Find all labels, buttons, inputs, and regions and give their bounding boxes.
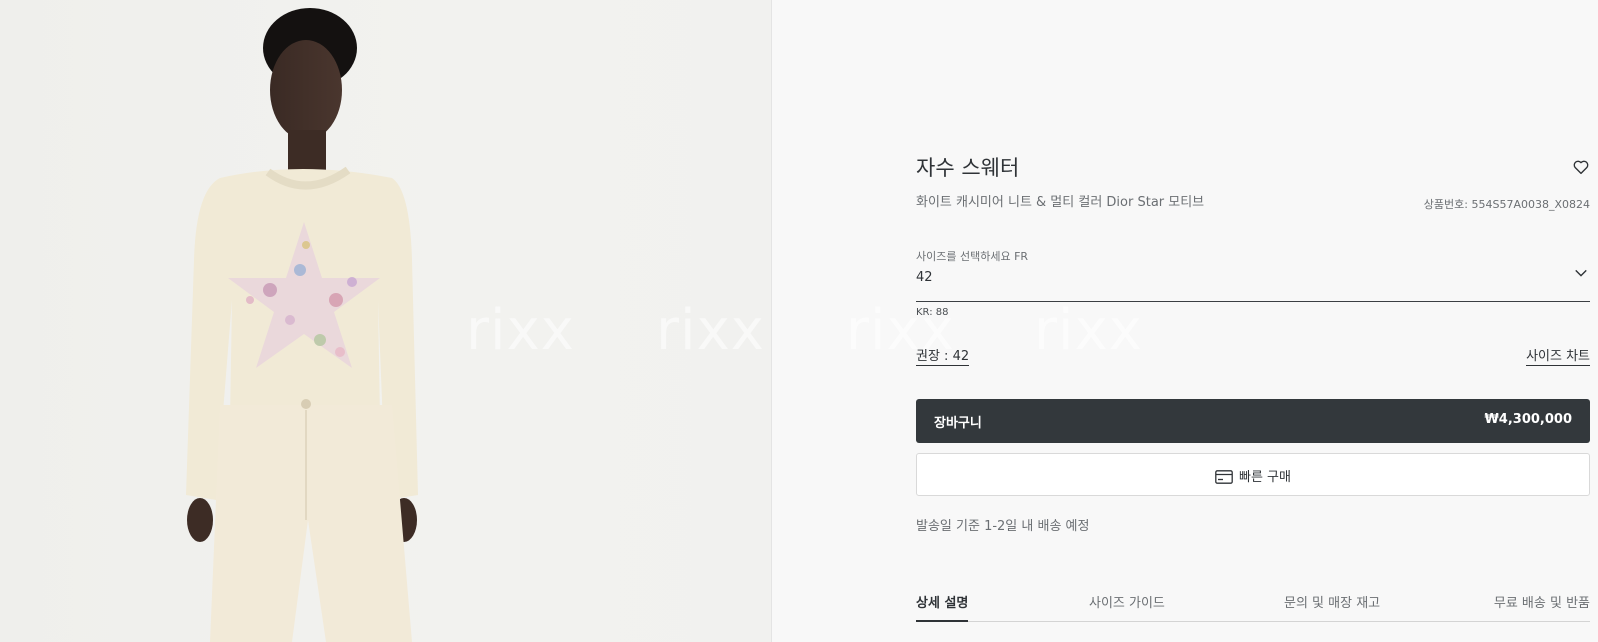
- size-chart-link[interactable]: 사이즈 차트: [1526, 345, 1590, 366]
- product-subtitle: 화이트 캐시미어 니트 & 멀티 컬러 Dior Star 모티브: [916, 195, 1205, 210]
- size-select[interactable]: 사이즈를 선택하세요 FR 42: [916, 244, 1590, 302]
- shipping-note: 발송일 기준 1-2일 내 배송 예정: [916, 519, 1090, 534]
- panel-divider: [771, 0, 772, 642]
- product-sku: 상품번호: 554S57A0038_X0824: [1423, 198, 1590, 211]
- add-to-cart-button[interactable]: 장바구니 ₩4,300,000: [916, 399, 1590, 443]
- model-illustration: [186, 8, 418, 642]
- quick-buy-label: 빠른 구매: [1239, 470, 1291, 485]
- quick-buy-button[interactable]: 빠른 구매: [916, 453, 1590, 496]
- product-title: 자수 스웨터: [916, 156, 1020, 180]
- size-select-value: 42: [916, 270, 933, 285]
- kr-size-equivalent: KR: 88: [916, 307, 949, 318]
- tab-details[interactable]: 상세 설명: [916, 592, 969, 622]
- chevron-down-icon: [1575, 269, 1587, 277]
- tab-size-guide[interactable]: 사이즈 가이드: [1089, 592, 1165, 622]
- detail-tabs: 상세 설명 사이즈 가이드 문의 및 매장 재고 무료 배송 및 반품: [916, 592, 1590, 622]
- heart-icon: [1573, 160, 1589, 175]
- cart-button-price: ₩4,300,000: [1484, 412, 1572, 427]
- tab-shipping-returns[interactable]: 무료 배송 및 반품: [1494, 592, 1590, 622]
- credit-card-icon: [1215, 470, 1233, 484]
- product-info-panel: 자수 스웨터 화이트 캐시미어 니트 & 멀티 컬러 Dior Star 모티브…: [916, 0, 1590, 642]
- recommended-size: 권장 : 42: [916, 345, 970, 366]
- product-image: [0, 0, 772, 642]
- wishlist-button[interactable]: [1572, 158, 1590, 176]
- size-select-label: 사이즈를 선택하세요 FR: [916, 250, 1029, 263]
- tab-inquiry-stock[interactable]: 문의 및 매장 재고: [1284, 592, 1380, 622]
- cart-button-label: 장바구니: [934, 416, 982, 431]
